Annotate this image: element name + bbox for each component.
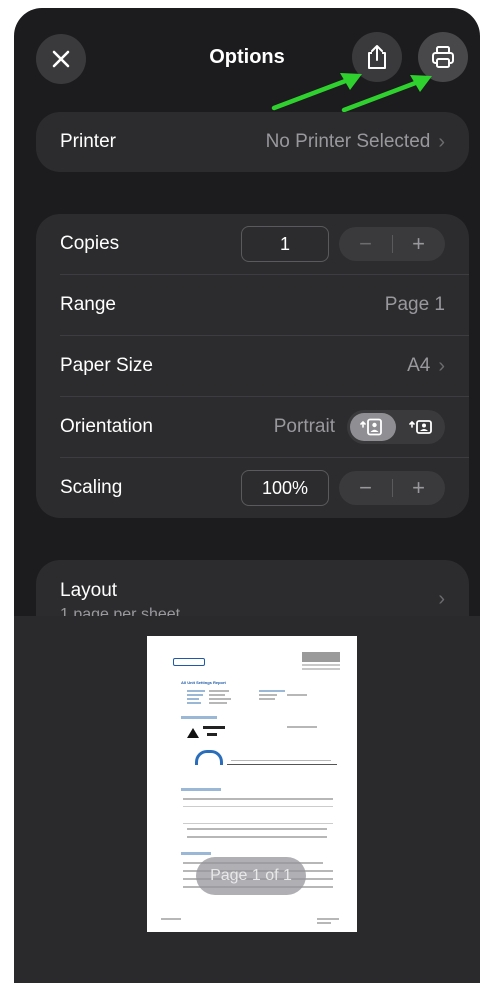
share-icon [368, 45, 386, 69]
paper-size-row[interactable]: Paper Size A4 › [60, 336, 445, 396]
orientation-row: Orientation Portrait [60, 397, 445, 457]
scaling-increment-button[interactable]: + [394, 475, 444, 501]
range-row[interactable]: Range Page 1 [60, 275, 445, 335]
printer-label: Printer [60, 131, 116, 152]
range-label: Range [60, 294, 116, 315]
copies-stepper[interactable]: − + [339, 227, 445, 261]
print-options-sheet: Options Printer No Printer Selected › Co… [14, 8, 480, 983]
paper-size-value: A4 [407, 355, 431, 376]
layout-label: Layout [60, 580, 118, 601]
range-value: Page 1 [384, 294, 445, 315]
chevron-right-icon: › [438, 130, 445, 153]
scaling-stepper[interactable]: − + [339, 471, 445, 505]
orientation-value: Portrait [273, 416, 335, 437]
portrait-option[interactable] [347, 418, 396, 436]
page-title: Options [209, 46, 285, 68]
copies-field[interactable]: 1 [241, 226, 329, 262]
printer-icon [432, 46, 454, 68]
logo-henning [173, 658, 205, 666]
scaling-row: Scaling 100% − + [60, 458, 445, 518]
weight-icon [187, 728, 199, 738]
landscape-icon [408, 420, 432, 434]
page-indicator: Page 1 of 1 [196, 857, 306, 895]
preview-doc-title: All Unit Settings Report [181, 680, 226, 685]
copies-label: Copies [60, 233, 120, 254]
printer-card[interactable]: Printer No Printer Selected › [36, 112, 469, 172]
copies-increment-button[interactable]: + [394, 231, 444, 257]
portrait-icon [359, 418, 382, 436]
header: Options [14, 8, 480, 113]
orientation-segmented-control[interactable] [347, 410, 445, 444]
gauge-icon [195, 750, 223, 765]
settings-card: Copies 1 − + Range Page 1 Paper Size A4 … [36, 214, 469, 518]
chevron-right-icon: › [438, 588, 445, 610]
printer-value: No Printer Selected [265, 131, 431, 152]
orientation-label: Orientation [60, 416, 153, 437]
landscape-option[interactable] [396, 418, 445, 436]
copies-decrement-button[interactable]: − [341, 231, 391, 257]
copies-row: Copies 1 − + [60, 214, 445, 274]
print-preview-area: All Unit Settings Report Page 1 of 1 [14, 616, 480, 983]
printer-row[interactable]: Printer No Printer Selected › [60, 112, 445, 172]
scaling-label: Scaling [60, 477, 123, 498]
paper-size-label: Paper Size [60, 355, 153, 376]
scaling-field[interactable]: 100% [241, 470, 329, 506]
logo-elevation [302, 652, 340, 662]
scaling-decrement-button[interactable]: − [341, 475, 391, 501]
annotation-arrow-print [341, 75, 432, 113]
chevron-right-icon: › [438, 354, 445, 377]
